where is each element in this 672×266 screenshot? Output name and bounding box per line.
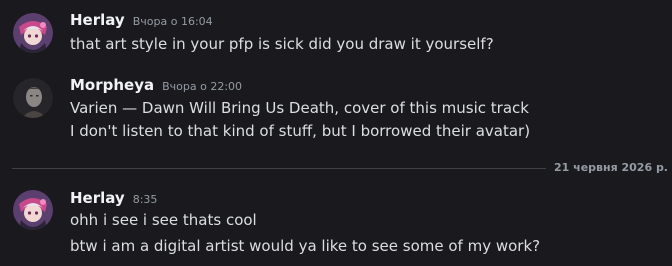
message-text: ohh i see i see thats cool	[70, 211, 257, 229]
message-author[interactable]: Herlay	[70, 189, 125, 207]
avatar-herlay[interactable]	[13, 190, 53, 230]
anime-avatar-icon	[13, 190, 53, 230]
message-group: Herlay 8:35 ohh i see i see thats cool b…	[0, 0, 672, 266]
message-timestamp: 8:35	[132, 193, 158, 206]
message-text: btw i am a digital artist would ya like …	[70, 237, 541, 255]
chat-messages: Herlay Вчора о 16:04 that art style in y…	[0, 0, 672, 266]
